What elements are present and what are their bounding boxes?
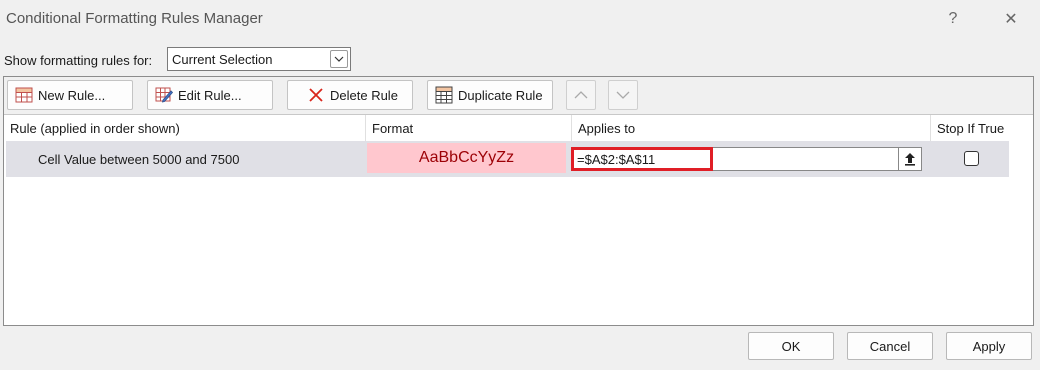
highlight-box [571, 147, 713, 171]
duplicate-rule-button[interactable]: Duplicate Rule [427, 80, 553, 110]
rule-description: Cell Value between 5000 and 7500 [38, 152, 240, 167]
new-rule-label: New Rule... [38, 87, 106, 103]
column-header-applies-to: Applies to [572, 115, 931, 141]
rules-panel: New Rule... Edit Rule... Delete Rule Dup… [3, 76, 1034, 326]
title-bar: Conditional Formatting Rules Manager ? ✕ [0, 0, 1040, 38]
stop-if-true-checkbox[interactable] [964, 151, 979, 166]
move-down-button[interactable] [608, 80, 638, 110]
collapse-dialog-button[interactable] [898, 147, 922, 171]
show-rules-row: Show formatting rules for: [4, 48, 152, 72]
rules-table-header: Rule (applied in order shown) Format App… [4, 115, 1033, 141]
format-preview: AaBbCcYyZz [367, 143, 566, 173]
dialog-title: Conditional Formatting Rules Manager [6, 10, 263, 27]
help-icon: ? [948, 10, 958, 27]
delete-rule-button[interactable]: Delete Rule [287, 80, 413, 110]
duplicate-rule-label: Duplicate Rule [458, 87, 543, 103]
duplicate-rule-icon [434, 85, 454, 105]
column-header-format: Format [366, 115, 572, 141]
show-rules-label: Show formatting rules for: [4, 52, 153, 68]
upload-arrow-icon [905, 153, 915, 166]
help-button[interactable]: ? [938, 6, 968, 32]
show-rules-dropdown[interactable]: Current Selection [167, 47, 351, 71]
column-header-rule: Rule (applied in order shown) [4, 115, 366, 141]
new-rule-button[interactable]: New Rule... [7, 80, 133, 110]
ok-button[interactable]: OK [748, 332, 834, 360]
cancel-button[interactable]: Cancel [847, 332, 933, 360]
apply-button[interactable]: Apply [946, 332, 1032, 360]
edit-rule-icon [154, 85, 174, 105]
move-up-button[interactable] [566, 80, 596, 110]
show-rules-value: Current Selection [172, 52, 273, 67]
column-header-stop-if-true: Stop If True [937, 120, 1005, 136]
chevron-up-icon [574, 91, 588, 99]
chevron-down-icon [616, 91, 630, 99]
edit-rule-button[interactable]: Edit Rule... [147, 80, 273, 110]
delete-rule-label: Delete Rule [330, 87, 398, 103]
delete-x-icon [306, 85, 326, 105]
new-rule-icon [14, 85, 34, 105]
edit-rule-label: Edit Rule... [178, 87, 242, 103]
table-row[interactable]: Cell Value between 5000 and 7500 AaBbCcY… [6, 141, 1009, 177]
rules-toolbar: New Rule... Edit Rule... Delete Rule Dup… [4, 77, 1033, 115]
chevron-down-icon[interactable] [330, 50, 348, 68]
close-icon: ✕ [1004, 11, 1018, 28]
close-button[interactable]: ✕ [996, 6, 1026, 32]
